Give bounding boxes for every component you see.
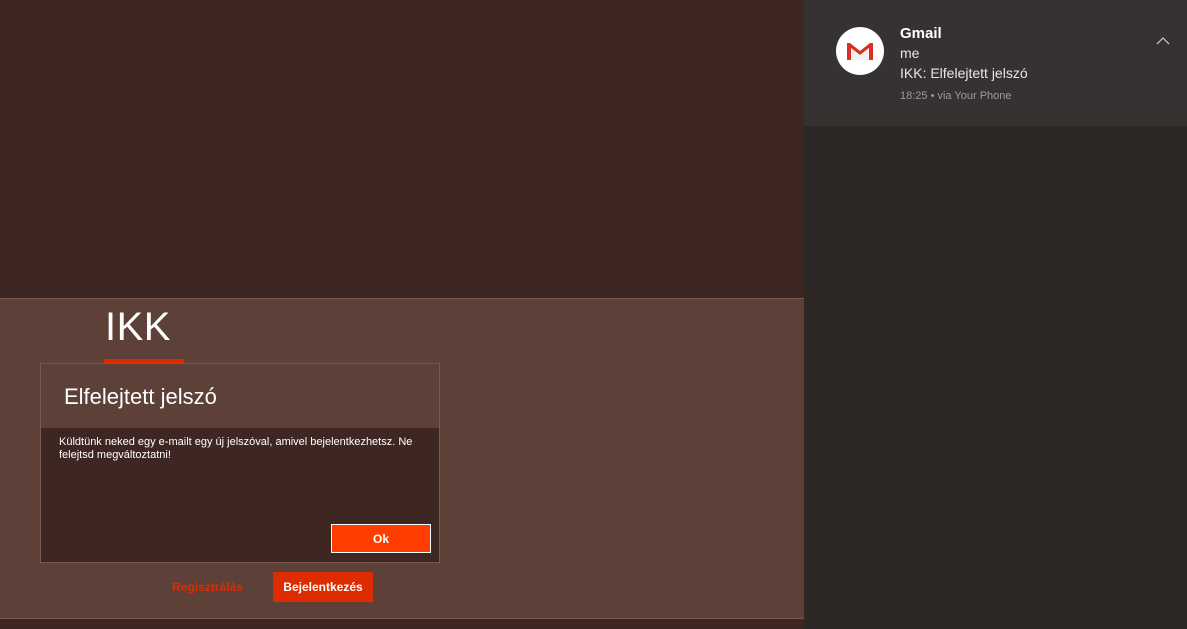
ok-button[interactable]: Ok bbox=[331, 524, 431, 553]
login-button[interactable]: Bejelentkezés bbox=[273, 572, 373, 602]
notification-subject: IKK: Elfelejtett jelszó bbox=[900, 65, 1028, 81]
dialog-title: Elfelejtett jelszó bbox=[64, 384, 217, 409]
notification-app-name: Gmail bbox=[900, 25, 942, 42]
notification-sender: me bbox=[900, 45, 920, 61]
gmail-icon bbox=[836, 27, 884, 75]
register-link[interactable]: Regisztrálás bbox=[170, 573, 245, 601]
dialog-message: Küldtünk neked egy e-mailt egy új jelszó… bbox=[59, 436, 413, 461]
notification-toast[interactable]: Gmail me IKK: Elfelejtett jelszó 18:25 •… bbox=[804, 0, 1187, 126]
action-center: Gmail me IKK: Elfelejtett jelszó 18:25 •… bbox=[804, 0, 1187, 629]
forgot-password-dialog: Elfelejtett jelszó Küldtünk neked egy e-… bbox=[40, 363, 440, 563]
app-window: IKK Elfelejtett jelszó Küldtünk neked eg… bbox=[0, 0, 804, 629]
chevron-up-icon[interactable] bbox=[1154, 34, 1172, 48]
notification-meta: 18:25 • via Your Phone bbox=[900, 90, 1012, 102]
brand-title: IKK bbox=[105, 305, 171, 349]
dialog-header: Elfelejtett jelszó bbox=[41, 364, 439, 428]
